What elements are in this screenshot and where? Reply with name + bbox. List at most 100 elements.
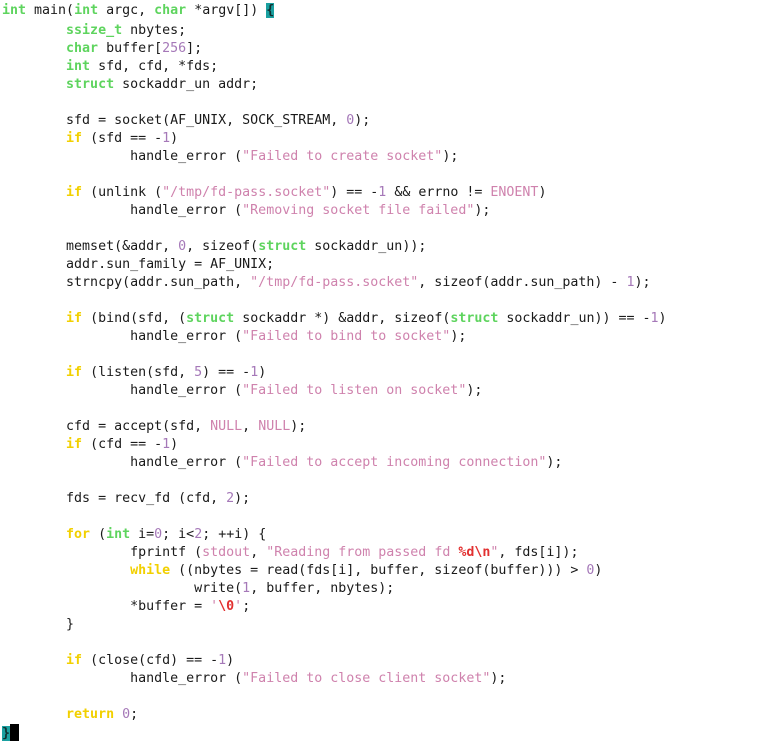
matching-brace-token: { [266, 3, 275, 18]
type-token: ssize_t [2, 23, 123, 38]
code-line[interactable]: if (close(cfd) == -1) [0, 652, 761, 670]
type-token: int [2, 59, 91, 74]
code-line[interactable]: char buffer[256]; [0, 40, 761, 58]
code-line[interactable]: write(1, buffer, nbytes); [0, 580, 761, 598]
code-token: sockaddr *) &addr, sizeof( [234, 311, 451, 326]
code-line[interactable] [0, 292, 761, 310]
code-token: , [250, 545, 267, 560]
code-line[interactable]: int main(int argc, char *argv[]) { [0, 0, 761, 22]
code-token: ); [634, 275, 651, 290]
code-token: ) [170, 437, 179, 452]
code-line[interactable]: if (sfd == -1) [0, 130, 761, 148]
code-token: (sfd == - [82, 131, 163, 146]
code-line[interactable]: fds = recv_fd (cfd, 2); [0, 490, 761, 508]
constant-token: stdout [202, 545, 251, 560]
code-token: && errno != [386, 185, 491, 200]
number-token: 1 [162, 131, 171, 146]
constant-token: ENOENT [490, 185, 539, 200]
code-line[interactable]: sfd = socket(AF_UNIX, SOCK_STREAM, 0); [0, 112, 761, 130]
code-token: argc, [98, 3, 155, 18]
code-line[interactable] [0, 220, 761, 238]
number-token: 5 [194, 365, 203, 380]
code-line[interactable]: } [0, 616, 761, 634]
keyword-token: for [2, 527, 91, 542]
code-token: addr.sun_family = AF_UNIX; [2, 257, 275, 272]
code-token: buffer[ [98, 41, 163, 56]
keyword-token: if [2, 653, 83, 668]
code-line[interactable]: if (listen(sfd, 5) == -1) [0, 364, 761, 382]
code-line[interactable]: fprintf (stdout, "Reading from passed fd… [0, 544, 761, 562]
code-token: fds = recv_fd (cfd, [2, 491, 227, 506]
code-line[interactable]: ssize_t nbytes; [0, 22, 761, 40]
code-token: fprintf ( [2, 545, 203, 560]
code-line[interactable]: if (unlink ("/tmp/fd-pass.socket") == -1… [0, 184, 761, 202]
code-line[interactable]: cfd = accept(sfd, NULL, NULL); [0, 418, 761, 436]
code-token: ); [442, 149, 459, 164]
code-line[interactable]: strncpy(addr.sun_path, "/tmp/fd-pass.soc… [0, 274, 761, 292]
code-line[interactable]: addr.sun_family = AF_UNIX; [0, 256, 761, 274]
string-token: ' [234, 599, 243, 614]
number-token: 1 [218, 653, 227, 668]
keyword-token: if [2, 311, 83, 326]
constant-token: NULL [258, 419, 291, 434]
code-token: sfd = socket(AF_UNIX, SOCK_STREAM, [2, 113, 347, 128]
string-token: "Reading from passed fd [266, 545, 459, 560]
code-token: ( [90, 527, 107, 542]
code-line[interactable]: handle_error ("Failed to bind to socket"… [0, 328, 761, 346]
number-token: 0 [178, 239, 187, 254]
code-line[interactable]: for (int i=0; i<2; ++i) { [0, 526, 761, 544]
code-line[interactable]: int sfd, cfd, *fds; [0, 58, 761, 76]
code-line[interactable] [0, 400, 761, 418]
code-token: , sizeof(addr.sun_path) - [418, 275, 627, 290]
code-token: ); [354, 113, 371, 128]
keyword-token: if [2, 365, 83, 380]
code-line[interactable]: if (bind(sfd, (struct sockaddr *) &addr,… [0, 310, 761, 328]
code-token: *buffer = [2, 599, 211, 614]
code-line[interactable]: struct sockaddr_un addr; [0, 76, 761, 94]
code-line[interactable]: while ((nbytes = read(fds[i], buffer, si… [0, 562, 761, 580]
code-line[interactable] [0, 472, 761, 490]
number-token: 0 [122, 707, 131, 722]
code-token: ; i< [162, 527, 195, 542]
code-token: , sizeof( [186, 239, 259, 254]
code-line[interactable]: return 0; [0, 706, 761, 724]
code-token: (bind(sfd, ( [82, 311, 187, 326]
string-token: "Failed to accept incoming connection" [242, 455, 547, 470]
code-line[interactable] [0, 346, 761, 364]
code-token: sfd, cfd, *fds; [90, 59, 219, 74]
code-line[interactable] [0, 166, 761, 184]
code-token: ) [258, 365, 267, 380]
code-token: ; ++i) { [202, 527, 267, 542]
string-token: "Failed to create socket" [242, 149, 443, 164]
code-line[interactable] [0, 688, 761, 706]
keyword-token: if [2, 437, 83, 452]
code-token: handle_error ( [2, 149, 243, 164]
code-line[interactable]: handle_error ("Failed to close client so… [0, 670, 761, 688]
code-token: handle_error ( [2, 203, 243, 218]
type-token: struct [450, 311, 499, 326]
code-line[interactable] [0, 508, 761, 526]
code-token: (listen(sfd, [82, 365, 195, 380]
type-token: struct [186, 311, 235, 326]
type-token: char [2, 41, 99, 56]
code-token: handle_error ( [2, 455, 243, 470]
keyword-token: if [2, 131, 83, 146]
code-token: , [242, 419, 259, 434]
keyword-token: while [2, 563, 171, 578]
code-line[interactable] [0, 634, 761, 652]
code-line[interactable]: if (cfd == -1) [0, 436, 761, 454]
code-line[interactable]: memset(&addr, 0, sizeof(struct sockaddr_… [0, 238, 761, 256]
code-line[interactable]: *buffer = '\0'; [0, 598, 761, 616]
keyword-token: return [2, 707, 115, 722]
code-token: ); [234, 491, 251, 506]
code-line[interactable]: } [0, 724, 761, 742]
code-token: sockaddr_un)); [306, 239, 427, 254]
code-line[interactable] [0, 94, 761, 112]
code-line[interactable]: handle_error ("Removing socket file fail… [0, 202, 761, 220]
code-line[interactable]: handle_error ("Failed to listen on socke… [0, 382, 761, 400]
number-token: 1 [650, 311, 659, 326]
code-line[interactable]: handle_error ("Failed to accept incoming… [0, 454, 761, 472]
code-line[interactable]: handle_error ("Failed to create socket")… [0, 148, 761, 166]
code-editor[interactable]: int main(int argc, char *argv[]) { ssize… [0, 0, 761, 744]
